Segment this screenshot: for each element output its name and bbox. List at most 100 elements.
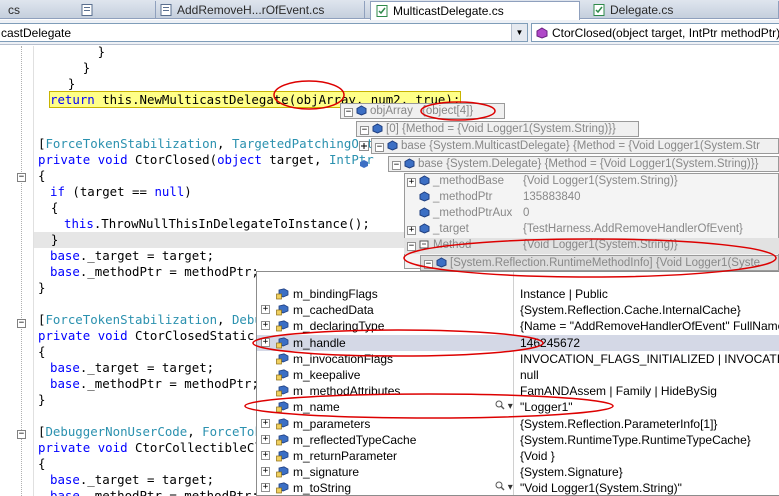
member-selector-value: CtorClosed(object target, IntPtr methodP… — [552, 26, 779, 40]
watch-row[interactable]: + m_cachedData {System.Reflection.Cache.In… — [257, 302, 779, 318]
watch-row-name: m_returnParameter — [293, 449, 398, 463]
field-icon — [419, 175, 430, 186]
watch-row-value: {System.Reflection.Cache.InternalCache} — [520, 303, 741, 318]
code-line-throw: this.ThrowNullThisInDelegateToInstance()… — [64, 216, 370, 231]
dropdown-arrow-icon[interactable]: ▾ — [508, 401, 513, 412]
watch-row[interactable]: m_invocationFlags INVOCATION_FLAGS_INITIA… — [257, 351, 779, 367]
cs-file-icon — [376, 5, 388, 17]
tab-document-1[interactable]: cs — [0, 1, 156, 19]
watch-row[interactable]: + m_toString ▾ "Void Logger1(System.String… — [257, 480, 779, 495]
tab-delegate[interactable]: Delegate.cs — [588, 1, 779, 19]
field-icon — [419, 223, 430, 234]
collapse-icon[interactable]: − — [424, 260, 433, 269]
code-line-if: if (target == null) — [50, 184, 192, 199]
field-icon — [276, 353, 289, 365]
collapse-icon[interactable]: − — [407, 242, 416, 251]
magnifier-icon[interactable] — [495, 481, 505, 491]
type-selector-value: castDelegate — [1, 26, 72, 40]
magnifier-icon[interactable] — [495, 400, 505, 410]
watch-row-value: {System.Reflection.ParameterInfo[1]} — [520, 416, 718, 431]
expand-icon[interactable]: + — [261, 321, 270, 331]
field-icon — [276, 288, 289, 300]
collapse-region-icon[interactable]: − — [17, 319, 26, 328]
watch-row[interactable]: + m_declaringType {Name = "AddRemoveHandle… — [257, 318, 779, 334]
datatip-base-delegate[interactable]: − base {System.Delegate} {Method = {Void … — [388, 156, 779, 172]
code-line: base._target = target; — [50, 248, 215, 263]
watch-row[interactable]: + m_handle 146245672 — [257, 334, 779, 351]
collapse-region-icon[interactable]: − — [17, 173, 26, 182]
watch-row[interactable]: + m_reflectedTypeCache {System.RuntimeType… — [257, 432, 779, 448]
expand-icon[interactable]: + — [407, 226, 416, 235]
field-icon — [276, 320, 289, 332]
watch-row[interactable]: + m_returnParameter {Void } — [257, 448, 779, 464]
text-visualizer-button[interactable]: ▾ — [495, 399, 513, 415]
expand-icon[interactable] — [359, 141, 369, 151]
watch-row-name: m_keepalive — [293, 368, 361, 382]
code-line: base._target = target; — [50, 360, 215, 375]
expand-icon[interactable]: + — [261, 418, 270, 428]
expand-icon[interactable]: + — [261, 467, 270, 477]
code-line-attribute: [DebuggerNonUserCode, ForceToke — [38, 424, 270, 439]
dropdown-arrow-icon[interactable]: ▾ — [508, 482, 513, 493]
member-selector-combo[interactable]: CtorClosed(object target, IntPtr methodP… — [531, 23, 779, 42]
collapse-icon[interactable]: − — [375, 143, 384, 152]
collapse-icon[interactable]: − — [344, 108, 353, 117]
document-tab-strip: cs AddRemoveH...rOfEvent.cs MulticastDel… — [0, 0, 779, 20]
field-icon — [276, 450, 289, 462]
field-icon — [404, 158, 415, 169]
expand-icon[interactable]: + — [261, 337, 270, 347]
watch-row[interactable]: m_keepalive null — [257, 367, 779, 383]
cascade-expander-column — [356, 139, 371, 179]
watch-row[interactable]: + m_signature {System.Signature} — [257, 464, 779, 480]
tab-document-2[interactable]: AddRemoveH...rOfEvent.cs — [155, 1, 365, 19]
code-line: } — [36, 232, 59, 247]
datatip-method[interactable]: − Method {Void Logger1(System.String)} — [404, 238, 779, 254]
code-line: base._methodPtr = methodPtr; — [50, 376, 259, 391]
collapse-region-icon[interactable]: − — [17, 430, 26, 439]
code-line: } — [38, 60, 91, 75]
expand-icon[interactable]: + — [261, 451, 270, 460]
datatip-array-item-0[interactable]: − [0] {Method = {Void Logger1(System.Stri… — [356, 121, 639, 137]
watch-row-value: Instance | Public — [520, 287, 608, 301]
watch-row[interactable]: + m_parameters {System.Reflection.Paramete… — [257, 416, 779, 432]
member-watch-grid: m_bindingFlags Instance | Public + m_cached… — [256, 271, 779, 496]
expand-icon[interactable]: + — [407, 178, 416, 187]
datatip-objarray[interactable]: − objArray {object[4]} — [340, 103, 505, 119]
datatip-methodptraux[interactable]: _methodPtrAux 0 — [404, 206, 779, 222]
watch-row-value: INVOCATION_FLAGS_INITIALIZED | INVOCATIO… — [520, 351, 779, 366]
code-line: { — [38, 344, 46, 359]
property-icon — [419, 240, 429, 249]
watch-row-value: FamANDAssem | Family | HideBySig — [520, 384, 717, 399]
type-selector-combo[interactable]: castDelegate ▼ — [0, 23, 528, 42]
code-line: } — [38, 46, 106, 59]
watch-row-value: null — [520, 368, 539, 382]
field-icon — [360, 160, 368, 168]
watch-row[interactable]: m_name ▾ "Logger1" — [257, 399, 779, 415]
field-icon — [436, 257, 447, 268]
code-line: } — [38, 76, 76, 91]
expand-icon[interactable]: + — [261, 434, 270, 444]
datatip-target[interactable]: + _target {TestHarness.AddRemoveHandlerOfE… — [404, 222, 779, 238]
datatip-methodptr[interactable]: _methodPtr 135883840 — [404, 190, 779, 206]
datatip-base-multicastdelegate[interactable]: − base {System.MulticastDelegate} {Method… — [371, 138, 779, 154]
navigation-bar: castDelegate ▼ CtorClosed(object target,… — [0, 20, 779, 45]
datatip-runtimemethodinfo[interactable]: − [System.Reflection.RuntimeMethodInfo] {… — [420, 255, 779, 271]
code-line-attribute: [ForceTokenStabilization, Debug — [38, 312, 270, 327]
collapse-icon[interactable]: − — [360, 126, 369, 135]
collapse-icon[interactable]: − — [392, 161, 401, 170]
cs-file-icon — [81, 4, 93, 16]
tab-multicastdelegate[interactable]: MulticastDelegate.cs — [370, 1, 580, 20]
watch-row-name: m_signature — [293, 465, 360, 480]
dropdown-arrow-icon[interactable]: ▼ — [511, 24, 527, 41]
field-icon — [276, 385, 289, 397]
text-visualizer-button[interactable]: ▾ — [495, 480, 513, 495]
field-icon — [276, 401, 289, 413]
watch-row[interactable]: m_methodAttributes FamANDAssem | Family |… — [257, 383, 779, 399]
expand-icon[interactable]: + — [261, 305, 270, 315]
watch-row-name: m_parameters — [293, 416, 371, 431]
datatip-methodbase[interactable]: + _methodBase {Void Logger1(System.String)… — [404, 174, 779, 190]
expand-icon[interactable]: + — [261, 483, 270, 493]
code-line: base._target = target; — [50, 472, 215, 487]
watch-row[interactable]: m_bindingFlags Instance | Public — [257, 286, 779, 302]
code-line-attribute: [ForceTokenStabilization, TargetedPatchi… — [38, 136, 382, 151]
